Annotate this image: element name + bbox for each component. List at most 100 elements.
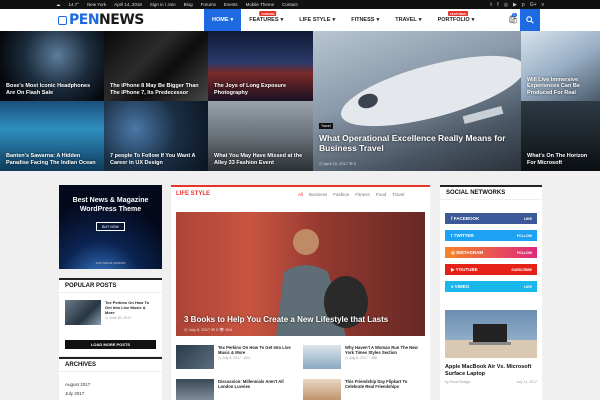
post-thumbnail[interactable] <box>303 345 341 369</box>
archive-link[interactable]: July 2017 <box>65 391 84 396</box>
nav-life-style-label: LIFE STYLE <box>299 17 331 23</box>
list-item[interactable]: Why Haven't A Woman Run The New York Tim… <box>303 345 427 369</box>
tab-all[interactable]: All <box>298 192 303 197</box>
post-title[interactable]: Tex Perkins On How To Get Into Live Musi… <box>105 300 155 315</box>
top-link-events[interactable]: Events <box>224 2 238 7</box>
post-date: July 8, 2017 <box>349 356 368 361</box>
social-label: INSTAGRAM <box>456 250 484 255</box>
pinterest-icon[interactable]: p <box>522 2 525 8</box>
post-title[interactable]: This Friendship Day Flipkart To Celebrat… <box>345 379 427 389</box>
nav-home-label: HOME <box>212 17 229 23</box>
list-item[interactable]: Discussion: Millennials Aren't All Londo… <box>176 379 300 400</box>
featured-tile-title: What's On The Horizon For Microsoft <box>527 153 588 166</box>
post-title[interactable]: Why Haven't A Woman Run The New York Tim… <box>345 345 427 355</box>
nav-features-label: FEATURES <box>249 17 279 23</box>
signin-link[interactable]: Sign in / Join <box>150 2 176 7</box>
featured-tile-iphone[interactable]: The iPhone 8 May Be Bigger Than The iPho… <box>104 31 208 101</box>
featured-tile-long-exposure[interactable]: The Joys of Long Exposure Photography <box>208 31 313 101</box>
article-meta: by Penci Design July 11, 2017 <box>445 380 537 384</box>
featured-tile-headphones[interactable]: Bose's Most Iconic Headphones Are On Fla… <box>0 31 104 101</box>
vimeo-icon[interactable]: v <box>542 2 545 8</box>
main-post-meta: ◷ July 8, 2017 ✉ 0 👁 604 <box>184 327 232 332</box>
nav-travel-label: TRAVEL <box>395 17 417 23</box>
search-button[interactable] <box>520 9 540 31</box>
post-thumbnail[interactable] <box>303 379 341 400</box>
search-icon <box>526 16 534 24</box>
article-title[interactable]: Apple MacBook Air Vs. Microsoft Surface … <box>445 364 537 377</box>
list-item[interactable]: This Friendship Day Flipkart To Celebrat… <box>303 379 427 400</box>
featured-tile-fashion-event[interactable]: What You May Have Missed at the Alley 33… <box>208 101 313 171</box>
post-info: This Friendship Day Flipkart To Celebrat… <box>345 379 427 400</box>
twitter-button[interactable]: t TWITTER FOLLOW <box>445 230 537 241</box>
featured-tile-business-travel[interactable]: Travel What Operational Excellence Reall… <box>313 31 521 171</box>
post-title[interactable]: Tex Perkins On How To Get Into Live Musi… <box>218 345 300 355</box>
clock-icon: ◷ <box>319 161 323 166</box>
tab-food[interactable]: Food <box>376 192 386 197</box>
comment-icon: ✉ <box>211 327 215 332</box>
list-item[interactable]: Tex Perkins On How To Get Into Live Musi… <box>65 300 155 325</box>
ad-banner[interactable]: Best News & Magazine WordPress Theme BUY… <box>59 185 162 269</box>
featured-tile-title: The iPhone 8 May Be Bigger Than The iPho… <box>110 83 199 96</box>
featured-tile-title: What Operational Excellence Really Means… <box>319 133 506 153</box>
article-author: by Penci Design <box>445 380 471 384</box>
tab-business[interactable]: Business <box>309 192 327 197</box>
nav-badge: CHOOSE <box>259 11 277 16</box>
featured-tile-microsoft[interactable]: What's On The Horizon For Microsoft <box>521 101 600 171</box>
archive-link[interactable]: August 2017 <box>65 382 90 387</box>
site-header: PEN NEWS HOME ▾ CHOOSE FEATURES ▾ LIFE S… <box>0 9 600 31</box>
post-info: Discussion: Millennials Aren't All Londo… <box>218 379 300 400</box>
post-info: Tex Perkins On How To Get Into Live Musi… <box>105 300 155 325</box>
nav-home[interactable]: HOME ▾ <box>204 9 242 31</box>
nav-life-style[interactable]: LIFE STYLE ▾ <box>291 9 343 31</box>
tab-fitness[interactable]: Fitness <box>355 192 370 197</box>
ad-buy-button[interactable]: BUY NOW <box>96 222 125 231</box>
chevron-down-icon: ▾ <box>376 17 380 23</box>
widget-title: SOCIAL NETWORKS <box>440 185 542 200</box>
article-thumbnail[interactable] <box>445 310 537 358</box>
nav-fitness-label: FITNESS <box>351 17 375 23</box>
google-plus-icon[interactable]: G+ <box>530 2 537 8</box>
facebook-button[interactable]: f FACEBOOK LIKE <box>445 213 537 224</box>
nav-portfolio[interactable]: FEATURES PORTFOLIO ▾ <box>430 9 483 31</box>
featured-tile-sawarna[interactable]: Banten's Sawarna: A Hidden Paradise Faci… <box>0 101 104 171</box>
top-link-contact[interactable]: Contact <box>282 2 298 7</box>
top-link-forums[interactable]: Forums <box>201 2 216 7</box>
comment-count: 0 <box>215 327 219 332</box>
post-date-row: ◷ July 8, 2017 · 604 <box>218 356 250 361</box>
instagram-button[interactable]: ◎ INSTAGRAM FOLLOW <box>445 247 537 258</box>
instagram-icon[interactable]: ◎ <box>504 2 508 8</box>
nav-travel[interactable]: TRAVEL ▾ <box>387 9 429 31</box>
nav-portfolio-label: PORTFOLIO <box>437 17 470 23</box>
site-logo[interactable]: PEN NEWS <box>58 12 144 28</box>
nav-fitness[interactable]: FITNESS ▾ <box>343 9 387 31</box>
category-tag[interactable]: Travel <box>319 123 333 129</box>
post-thumbnail[interactable] <box>176 379 214 400</box>
vimeo-button[interactable]: v VIMEO LIKE <box>445 281 537 292</box>
nav-badge: FEATURES <box>448 11 468 16</box>
featured-tile-title: Will Live Immersive Experiences Can Be P… <box>527 76 580 96</box>
main-post-title: 3 Books to Help You Create a New Lifesty… <box>184 315 389 324</box>
tab-travel[interactable]: Travel <box>392 192 404 197</box>
twitter-icon[interactable]: 𝕥 <box>490 2 492 8</box>
top-link-blog[interactable]: Blog <box>184 2 193 7</box>
list-item[interactable]: Tex Perkins On How To Get Into Live Musi… <box>176 345 300 369</box>
post-thumbnail[interactable] <box>65 300 101 325</box>
lifestyle-main-post[interactable]: 3 Books to Help You Create a New Lifesty… <box>176 212 425 336</box>
post-title[interactable]: Discussion: Millennials Aren't All Londo… <box>218 379 300 389</box>
post-date-row: ◷ July 8, 2017 · 488 <box>345 356 377 361</box>
post-thumbnail[interactable] <box>176 345 214 369</box>
ad-footer-text: ADS SPACE 300X250 <box>95 261 126 265</box>
article-date: July 11, 2017 <box>516 380 537 384</box>
post-date: July 8, 2017 <box>188 327 211 332</box>
youtube-button[interactable]: ▶ YOUTUBE SUBSCRIBE <box>445 264 537 275</box>
tab-fashion[interactable]: Fashion <box>333 192 349 197</box>
featured-tile-immersive[interactable]: Will Live Immersive Experiences Can Be P… <box>521 31 600 101</box>
load-more-button[interactable]: LOAD MORE POSTS <box>65 340 156 349</box>
top-link-mobile-theme[interactable]: Mobile Theme <box>246 2 274 7</box>
facebook-icon[interactable]: f <box>497 2 498 8</box>
featured-tile-ux-design[interactable]: 7 people To Follow If You Want A Career … <box>104 101 208 171</box>
post-date: June 20, 2017 <box>109 316 132 320</box>
youtube-icon[interactable]: ▶ <box>513 2 517 8</box>
social-action: SUBSCRIBE <box>511 267 532 272</box>
nav-features[interactable]: CHOOSE FEATURES ▾ <box>241 9 291 31</box>
